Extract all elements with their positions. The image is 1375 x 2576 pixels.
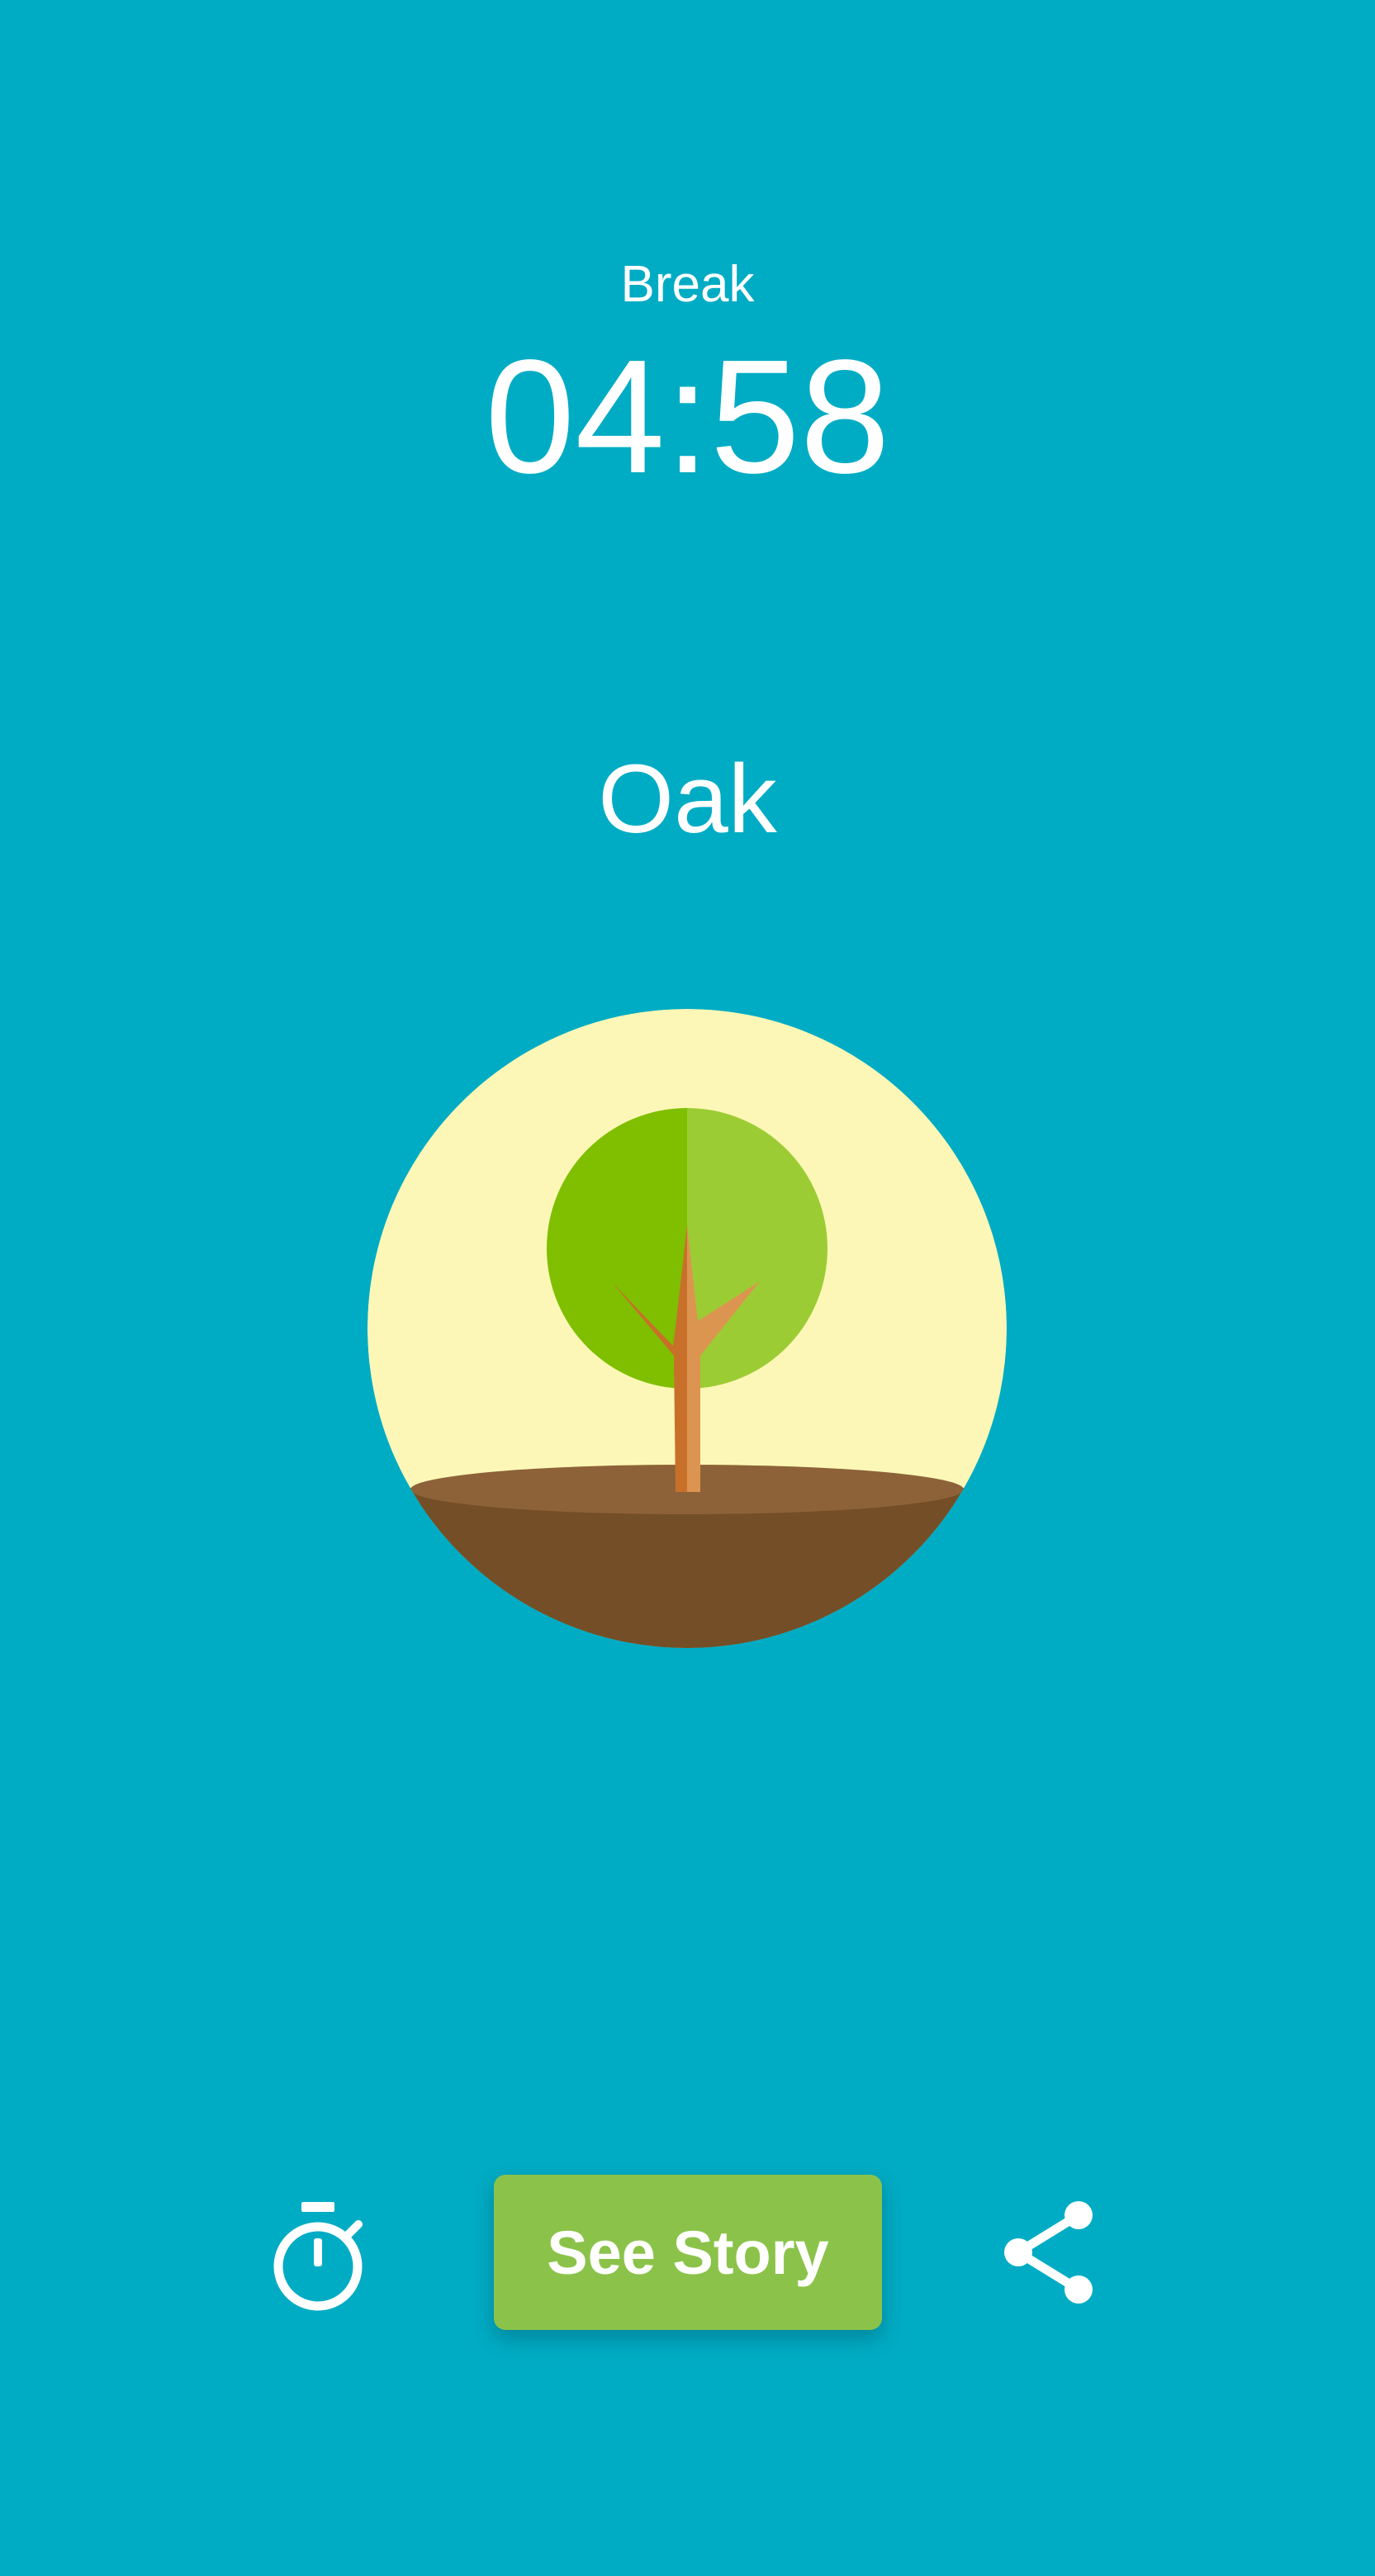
tree-name-label: Oak <box>598 745 777 854</box>
tree-illustration <box>367 1009 1007 1648</box>
stopwatch-button[interactable] <box>268 2200 380 2312</box>
stopwatch-icon <box>273 2202 363 2311</box>
see-story-button[interactable]: See Story <box>494 2175 882 2330</box>
bottom-action-bar: See Story <box>0 2171 1375 2337</box>
countdown-timer: 04:58 <box>485 326 890 507</box>
session-mode-label: Break <box>620 256 755 313</box>
share-icon <box>1004 2201 1093 2304</box>
forest-timer-screen: Break 04:58 Oak See Story <box>0 0 1375 2576</box>
share-button[interactable] <box>993 2195 1109 2310</box>
